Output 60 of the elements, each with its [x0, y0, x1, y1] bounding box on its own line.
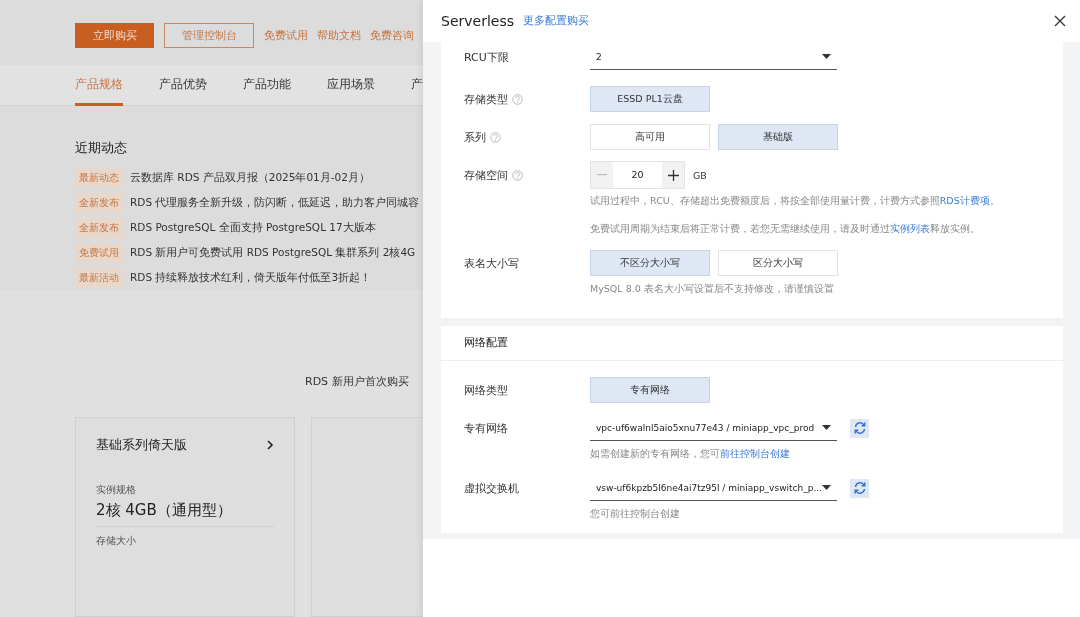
option-button[interactable]: 不区分大小写: [590, 250, 710, 276]
promo-text: RDS 新用户首次购买: [304, 374, 410, 390]
product-tab[interactable]: 产: [411, 65, 423, 106]
spec-label: 实例规格: [96, 484, 137, 497]
hint-link[interactable]: 实例列表: [890, 223, 930, 234]
dropdown[interactable]: vpc-uf6walnl5aio5xnu77e43 / miniapp_vpc_prod: [590, 415, 837, 441]
option-button[interactable]: 高可用: [590, 124, 710, 150]
field-label: 虚拟交换机: [464, 480, 519, 496]
field-label: 表名大小写: [464, 255, 519, 271]
refresh-icon: [852, 481, 867, 495]
news-link[interactable]: 云数据库 RDS 产品双月报（2025年01月-02月）: [130, 170, 370, 185]
news-link[interactable]: RDS PostgreSQL 全面支持 PostgreSQL 17大版本: [130, 220, 376, 235]
field-label: 专有网络: [464, 420, 508, 436]
news-tag: 全新发布: [75, 217, 123, 238]
field-label: 系列: [464, 129, 486, 145]
news-tag: 全新发布: [75, 192, 123, 213]
news-tag: 最新活动: [75, 267, 123, 288]
news-link[interactable]: RDS 代理服务全新升级，防闪断，低延迟，助力客户同城容: [130, 195, 420, 210]
refresh-button[interactable]: [850, 418, 869, 438]
hint-text: 免费试用周期为结束后将正常计费，若您无需继续使用，请及时通过实例列表释放实例。: [590, 223, 981, 236]
drawer-title: Serverless: [441, 13, 514, 29]
news-link[interactable]: RDS 新用户可免费试用 RDS PostgreSQL 集群系列 2核4G: [130, 245, 416, 260]
hint-link[interactable]: 前往控制台创建: [720, 448, 790, 459]
option-button[interactable]: 专有网络: [590, 377, 710, 403]
caret-icon: [822, 54, 831, 59]
section-heading: 网络配置: [441, 326, 1063, 361]
refresh-icon: [852, 421, 867, 435]
field-label: 存储空间: [464, 167, 508, 183]
field-label: 网络类型: [464, 382, 508, 398]
close-icon: [1054, 15, 1066, 27]
caret-icon: [822, 425, 831, 430]
refresh-button[interactable]: [850, 478, 869, 498]
product-tab[interactable]: 产品功能: [243, 65, 291, 106]
product-tab[interactable]: 产品优势: [159, 65, 207, 106]
option-button[interactable]: ESSD PL1云盘: [590, 86, 710, 112]
plan-card[interactable]: 基础系列倚天版 实例规格 2核 4GB（通用型） 存储大小: [75, 417, 295, 617]
news-tag: 免费试用: [75, 242, 123, 263]
caret-icon: [822, 485, 831, 490]
hint-text: 试用过程中，RCU、存储超出免费额度后，将按全部使用量计费，计费方式参照RDS计费项。: [590, 195, 1000, 208]
unit-label: GB: [693, 169, 707, 181]
chevron-right-icon: [266, 440, 274, 450]
field-label: 存储类型: [464, 91, 508, 107]
close-button[interactable]: [1054, 15, 1066, 27]
product-tab[interactable]: 应用场景: [327, 65, 375, 106]
dropdown[interactable]: vsw-uf6kpzb5l6ne4ai7tz95l / miniapp_vswitch_p...: [590, 475, 837, 501]
option-button[interactable]: 基础版: [718, 124, 838, 150]
config-link[interactable]: 更多配置购买: [523, 14, 1054, 28]
plan-title: 基础系列倚天版: [96, 436, 187, 454]
storage-label: 存储大小: [96, 535, 137, 548]
spec-value: 2核 4GB（通用型）: [96, 501, 274, 527]
news-tag: 最新动态: [75, 167, 123, 188]
news-link[interactable]: RDS 持续释放技术红利，倚天版年付低至3折起！: [130, 270, 372, 285]
option-button[interactable]: 区分大小写: [718, 250, 838, 276]
hint-text: MySQL 8.0 表名大小写设置后不支持修改，请谨慎设置: [590, 283, 835, 296]
field-label: RCU下限: [464, 49, 509, 65]
hint-text: 您可前往控制台创建: [590, 508, 681, 521]
news-heading: 近期动态: [75, 139, 128, 157]
hint-text: 如需创建新的专有网络，您可前往控制台创建: [590, 448, 791, 461]
dropdown[interactable]: 2: [590, 44, 837, 70]
hint-link[interactable]: RDS计费项: [939, 195, 990, 206]
